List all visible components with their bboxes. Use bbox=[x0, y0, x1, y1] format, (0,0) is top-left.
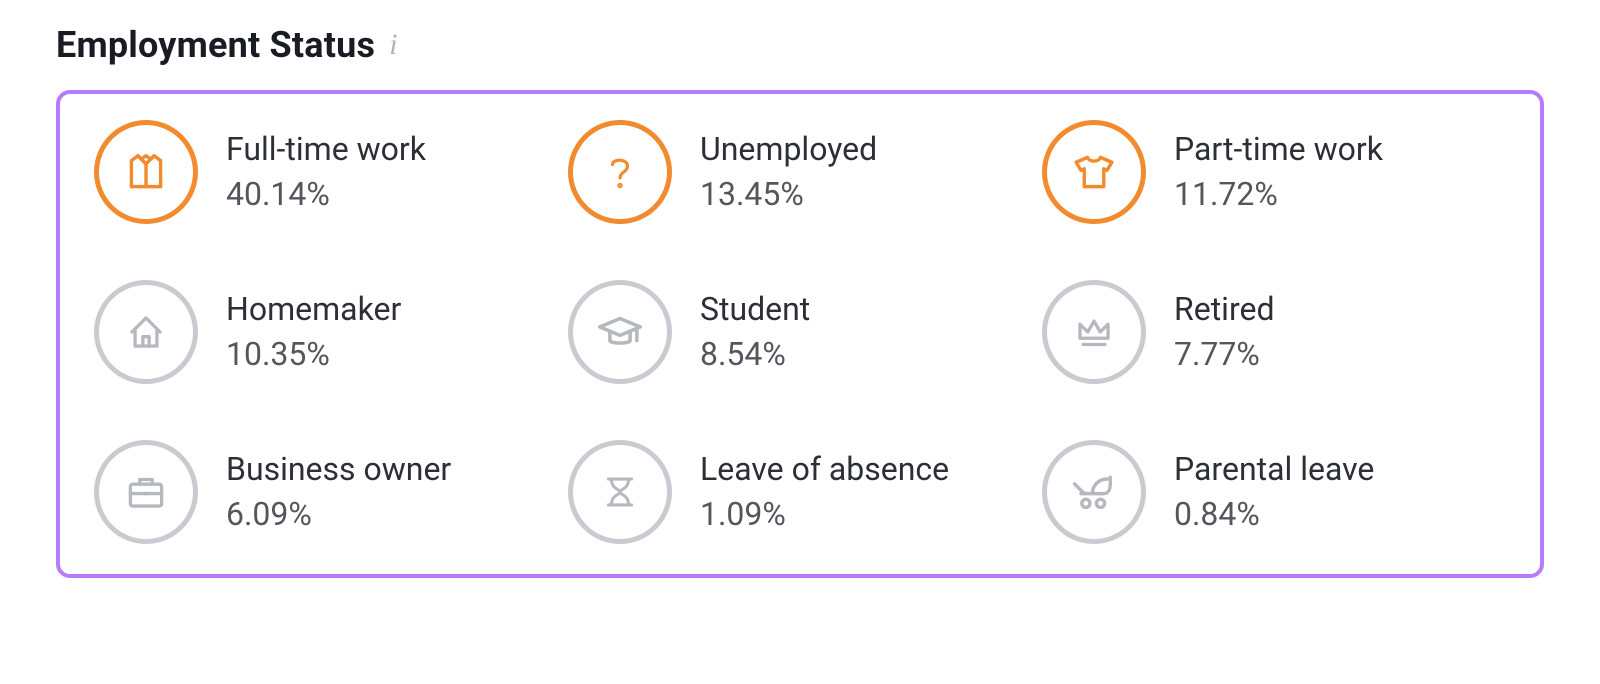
status-tile-2: Part-time work 11.72% bbox=[1042, 120, 1506, 224]
status-label: Business owner bbox=[226, 452, 451, 487]
status-tile-4: Student 8.54% bbox=[568, 280, 1032, 384]
status-label: Homemaker bbox=[226, 292, 401, 327]
employment-status-card: Full-time work 40.14% Unemployed 13.45% … bbox=[56, 90, 1544, 578]
status-tile-1: Unemployed 13.45% bbox=[568, 120, 1032, 224]
status-label: Parental leave bbox=[1174, 452, 1374, 487]
status-label: Full-time work bbox=[226, 132, 426, 167]
graduation-cap-icon bbox=[593, 305, 647, 359]
shirt-folded-icon-ring bbox=[94, 120, 198, 224]
status-value: 10.35% bbox=[226, 337, 401, 372]
status-value: 11.72% bbox=[1174, 177, 1383, 212]
tshirt-icon bbox=[1068, 146, 1120, 198]
status-value: 13.45% bbox=[700, 177, 877, 212]
crown-icon-ring bbox=[1042, 280, 1146, 384]
status-value: 6.09% bbox=[226, 497, 451, 532]
status-text: Retired 7.77% bbox=[1174, 292, 1275, 372]
status-text: Full-time work 40.14% bbox=[226, 132, 426, 212]
info-icon[interactable]: i bbox=[389, 30, 397, 60]
status-text: Parental leave 0.84% bbox=[1174, 452, 1374, 532]
question-icon-ring bbox=[568, 120, 672, 224]
status-value: 7.77% bbox=[1174, 337, 1275, 372]
status-label: Retired bbox=[1174, 292, 1275, 327]
stroller-icon-ring bbox=[1042, 440, 1146, 544]
status-text: Part-time work 11.72% bbox=[1174, 132, 1383, 212]
status-value: 40.14% bbox=[226, 177, 426, 212]
status-text: Leave of absence 1.09% bbox=[700, 452, 949, 532]
home-icon bbox=[121, 307, 171, 357]
status-value: 1.09% bbox=[700, 497, 949, 532]
status-label: Part-time work bbox=[1174, 132, 1383, 167]
status-label: Unemployed bbox=[700, 132, 877, 167]
status-label: Leave of absence bbox=[700, 452, 949, 487]
shirt-folded-icon bbox=[120, 146, 172, 198]
status-tile-8: Parental leave 0.84% bbox=[1042, 440, 1506, 544]
briefcase-icon bbox=[121, 467, 171, 517]
status-text: Homemaker 10.35% bbox=[226, 292, 401, 372]
status-tile-0: Full-time work 40.14% bbox=[94, 120, 558, 224]
status-text: Student 8.54% bbox=[700, 292, 810, 372]
status-tile-7: Leave of absence 1.09% bbox=[568, 440, 1032, 544]
briefcase-icon-ring bbox=[94, 440, 198, 544]
tshirt-icon-ring bbox=[1042, 120, 1146, 224]
graduation-cap-icon-ring bbox=[568, 280, 672, 384]
status-tile-6: Business owner 6.09% bbox=[94, 440, 558, 544]
status-text: Unemployed 13.45% bbox=[700, 132, 877, 212]
status-text: Business owner 6.09% bbox=[226, 452, 451, 532]
stroller-icon bbox=[1068, 466, 1120, 518]
crown-icon bbox=[1069, 307, 1119, 357]
home-icon-ring bbox=[94, 280, 198, 384]
status-value: 8.54% bbox=[700, 337, 810, 372]
status-tile-3: Homemaker 10.35% bbox=[94, 280, 558, 384]
status-label: Student bbox=[700, 292, 810, 327]
hourglass-icon bbox=[597, 469, 643, 515]
status-grid: Full-time work 40.14% Unemployed 13.45% … bbox=[94, 120, 1506, 544]
hourglass-icon-ring bbox=[568, 440, 672, 544]
status-tile-5: Retired 7.77% bbox=[1042, 280, 1506, 384]
status-value: 0.84% bbox=[1174, 497, 1374, 532]
question-icon bbox=[596, 148, 644, 196]
section-heading: Employment Status i bbox=[56, 24, 1544, 66]
section-title: Employment Status bbox=[56, 24, 375, 66]
